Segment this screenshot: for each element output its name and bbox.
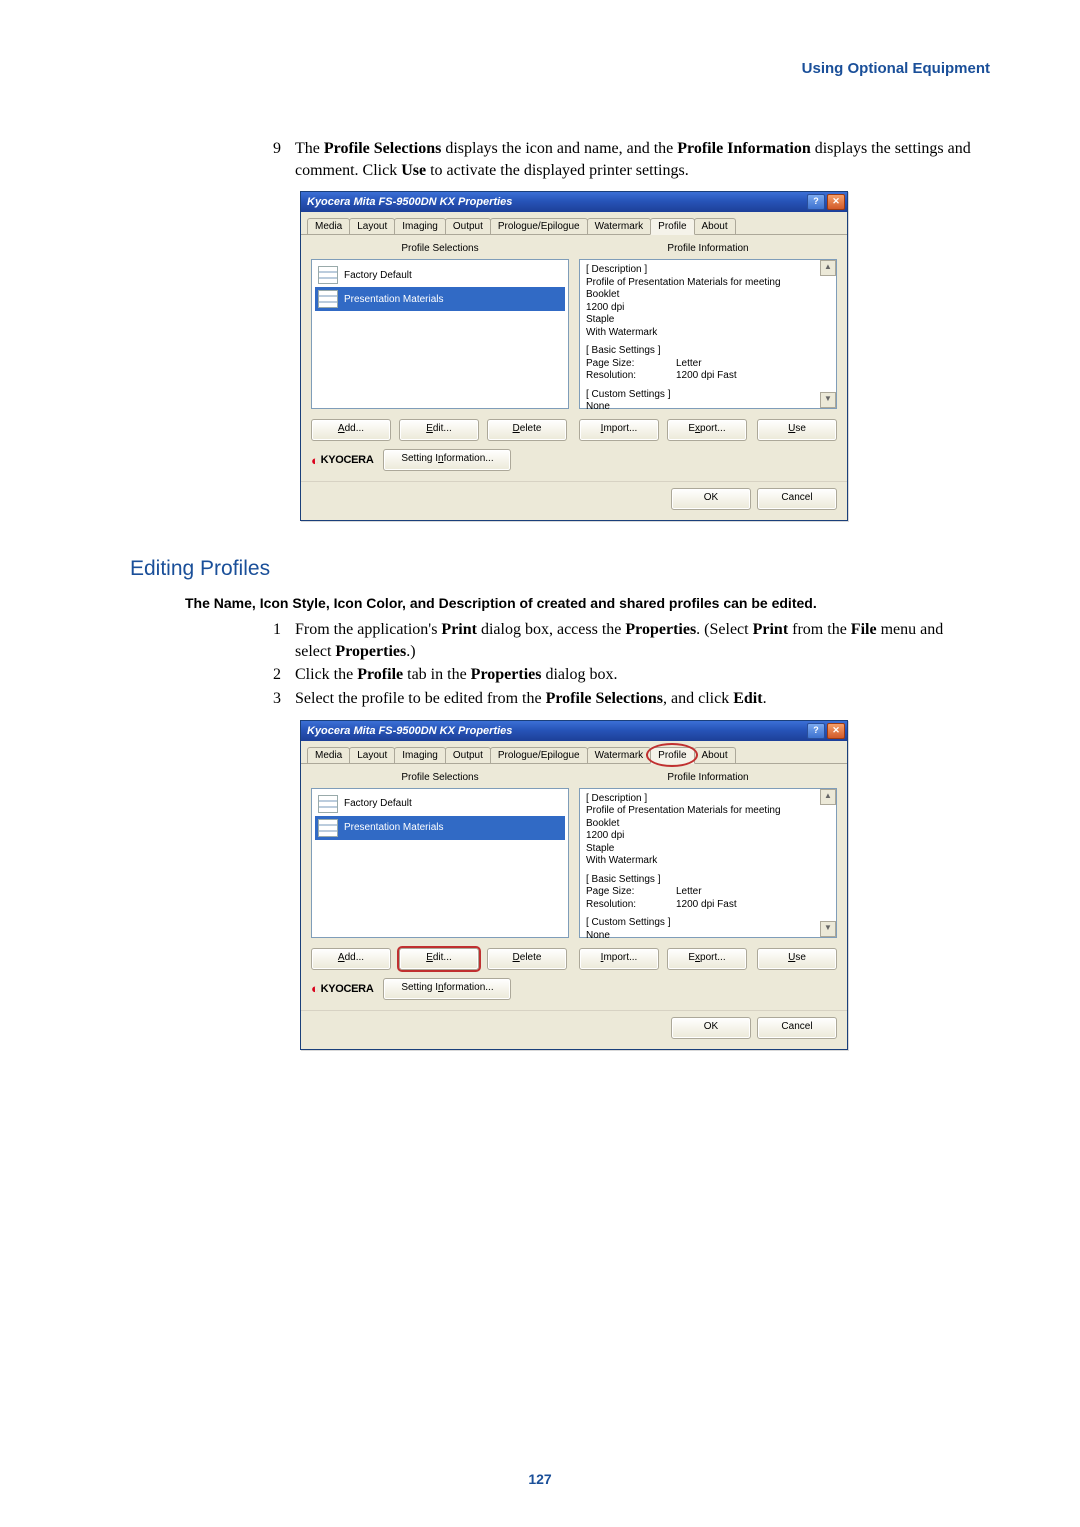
step-3: 3 Select the profile to be edited from t…	[255, 688, 980, 710]
step-number: 9	[255, 138, 295, 160]
profile-selections-list[interactable]: Factory Default Presentation Materials	[311, 788, 569, 938]
close-button[interactable]: ✕	[827, 723, 845, 739]
step-text: From the application's Print dialog box,…	[295, 619, 980, 662]
editing-profiles-intro: The Name, Icon Style, Icon Color, and De…	[185, 595, 990, 611]
profile-selections-header: Profile Selections	[311, 243, 569, 254]
step-number: 1	[255, 619, 295, 641]
step-number: 3	[255, 688, 295, 710]
scroll-down-icon[interactable]: ▼	[820, 921, 836, 937]
titlebar: Kyocera Mita FS-9500DN KX Properties ? ✕	[301, 192, 847, 212]
use-button[interactable]: Use	[757, 419, 837, 441]
ok-button[interactable]: OK	[671, 1017, 751, 1039]
list-item[interactable]: Presentation Materials	[315, 816, 565, 840]
step-2: 2 Click the Profile tab in the Propertie…	[255, 664, 980, 686]
tab-media[interactable]: Media	[307, 218, 350, 234]
list-item[interactable]: Factory Default	[315, 792, 565, 816]
profile-information-header: Profile Information	[579, 772, 837, 783]
page-section-header: Using Optional Equipment	[802, 60, 990, 77]
brand-logo: ◐ KYOCERA	[311, 453, 373, 468]
profile-icon	[318, 266, 338, 284]
use-button[interactable]: Use	[757, 948, 837, 970]
add-button[interactable]: Add...	[311, 948, 391, 970]
import-button[interactable]: Import...	[579, 419, 659, 441]
brand-logo: ◐ KYOCERA	[311, 981, 373, 996]
scroll-down-icon[interactable]: ▼	[820, 392, 836, 408]
cancel-button[interactable]: Cancel	[757, 488, 837, 510]
tab-output[interactable]: Output	[445, 747, 491, 763]
profile-icon	[318, 290, 338, 308]
profile-selections-list[interactable]: Factory Default Presentation Materials	[311, 259, 569, 409]
ok-button[interactable]: OK	[671, 488, 751, 510]
section-heading-editing-profiles: Editing Profiles	[130, 557, 990, 581]
close-button[interactable]: ✕	[827, 194, 845, 210]
tab-prologue-epilogue[interactable]: Prologue/Epilogue	[490, 218, 588, 234]
tab-imaging[interactable]: Imaging	[394, 747, 446, 763]
edit-button[interactable]: Edit...	[399, 948, 479, 970]
profile-icon	[318, 795, 338, 813]
cancel-button[interactable]: Cancel	[757, 1017, 837, 1039]
profile-information-box: ▲ [ Description ] Profile of Presentatio…	[579, 788, 837, 938]
tabstrip: Media Layout Imaging Output Prologue/Epi…	[301, 741, 847, 764]
setting-information-button[interactable]: Setting Information...	[383, 978, 511, 1000]
profile-icon	[318, 819, 338, 837]
list-item[interactable]: Factory Default	[315, 263, 565, 287]
profile-information-header: Profile Information	[579, 243, 837, 254]
edit-button[interactable]: Edit...	[399, 419, 479, 441]
tab-imaging[interactable]: Imaging	[394, 218, 446, 234]
scroll-up-icon[interactable]: ▲	[820, 789, 836, 805]
tab-profile[interactable]: Profile	[650, 218, 694, 235]
tab-watermark[interactable]: Watermark	[587, 218, 652, 234]
titlebar: Kyocera Mita FS-9500DN KX Properties ? ✕	[301, 721, 847, 741]
window-title: Kyocera Mita FS-9500DN KX Properties	[307, 725, 512, 737]
help-button[interactable]: ?	[807, 194, 825, 210]
brand-mark-icon: ◐	[311, 453, 319, 468]
help-button[interactable]: ?	[807, 723, 825, 739]
step-9: 9 The Profile Selections displays the ic…	[255, 138, 980, 181]
delete-button[interactable]: Delete	[487, 948, 567, 970]
tab-watermark[interactable]: Watermark	[587, 747, 652, 763]
profile-information-box: ▲ [ Description ] Profile of Presentatio…	[579, 259, 837, 409]
setting-information-button[interactable]: Setting Information...	[383, 449, 511, 471]
tab-layout[interactable]: Layout	[349, 747, 395, 763]
step-text: Click the Profile tab in the Properties …	[295, 664, 980, 686]
delete-button[interactable]: Delete	[487, 419, 567, 441]
tab-layout[interactable]: Layout	[349, 218, 395, 234]
step-text: The Profile Selections displays the icon…	[295, 138, 980, 181]
page-number: 127	[0, 1471, 1080, 1487]
step-number: 2	[255, 664, 295, 686]
tab-about[interactable]: About	[694, 747, 736, 763]
scroll-up-icon[interactable]: ▲	[820, 260, 836, 276]
tab-media[interactable]: Media	[307, 747, 350, 763]
properties-dialog-2: Kyocera Mita FS-9500DN KX Properties ? ✕…	[300, 720, 848, 1050]
profile-selections-header: Profile Selections	[311, 772, 569, 783]
import-button[interactable]: Import...	[579, 948, 659, 970]
list-item[interactable]: Presentation Materials	[315, 287, 565, 311]
brand-mark-icon: ◐	[311, 981, 319, 996]
step-text: Select the profile to be edited from the…	[295, 688, 980, 710]
step-1: 1 From the application's Print dialog bo…	[255, 619, 980, 662]
add-button[interactable]: Add...	[311, 419, 391, 441]
properties-dialog-1: Kyocera Mita FS-9500DN KX Properties ? ✕…	[300, 191, 848, 521]
tab-output[interactable]: Output	[445, 218, 491, 234]
tab-prologue-epilogue[interactable]: Prologue/Epilogue	[490, 747, 588, 763]
window-title: Kyocera Mita FS-9500DN KX Properties	[307, 196, 512, 208]
tab-profile[interactable]: Profile	[650, 747, 694, 764]
export-button[interactable]: Export...	[667, 419, 747, 441]
export-button[interactable]: Export...	[667, 948, 747, 970]
tab-about[interactable]: About	[694, 218, 736, 234]
tabstrip: Media Layout Imaging Output Prologue/Epi…	[301, 212, 847, 235]
